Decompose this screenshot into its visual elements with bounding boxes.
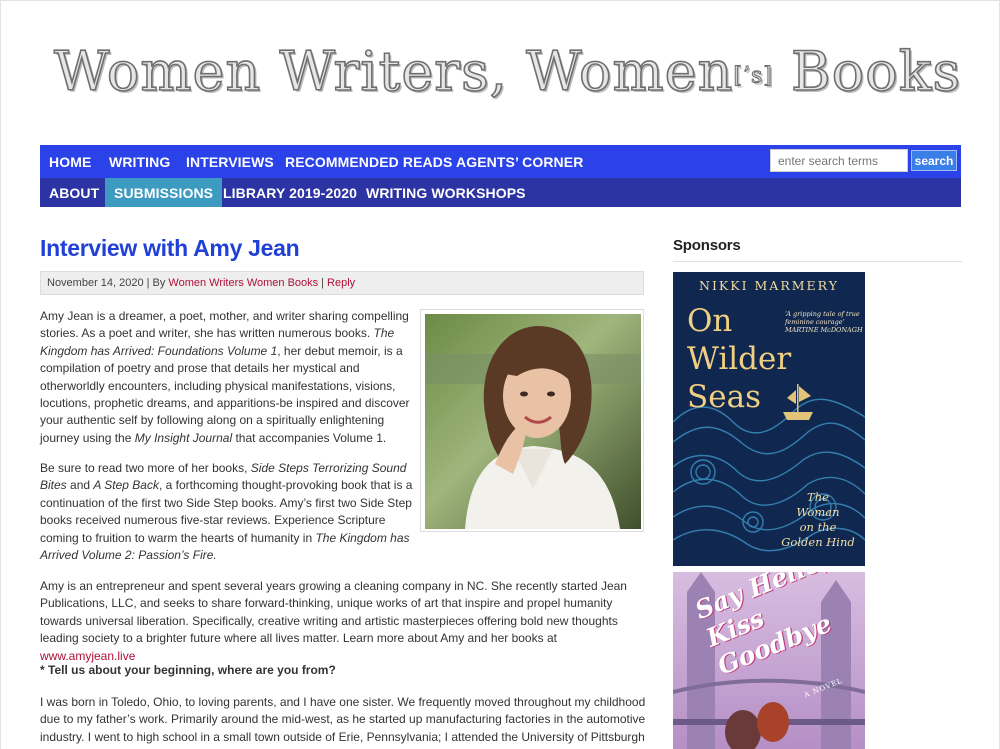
sponsor-book-say-hello-kiss-goodbye[interactable]: Say Hello, Kiss Goodbye A NOVEL (673, 572, 865, 749)
intro-paragraph: Amy Jean is a dreamer, a poet, mother, a… (40, 308, 415, 447)
books-paragraph: Be sure to read two more of her books, S… (40, 460, 415, 564)
nav-writing-workshops[interactable]: WRITING WORKSHOPS (357, 178, 535, 207)
text-run: Amy is an entrepreneur and spent several… (40, 579, 627, 646)
book1-subtitle-line: The (807, 490, 829, 504)
nav-library[interactable]: LIBRARY 2019-2020 (214, 178, 366, 207)
nav-secondary-row: ABOUT SUBMISSIONS LIBRARY 2019-2020 WRIT… (40, 178, 961, 207)
book1-author: NIKKI MARMERY (699, 278, 839, 293)
portrait-illustration (425, 314, 641, 529)
answer-paragraph: I was born in Toledo, Ohio, to loving pa… (40, 694, 646, 749)
sidebar-divider (673, 261, 962, 262)
book1-title: On Wilder Seas (687, 302, 807, 416)
text-run: I was born in Toledo, Ohio, to loving pa… (40, 695, 646, 749)
meta-separator: | (321, 277, 325, 289)
search-input[interactable] (770, 149, 908, 172)
main-navigation: HOME WRITING INTERVIEWS RECOMMENDED READ… (40, 145, 961, 207)
text-run: Amy Jean is a dreamer, a poet, mother, a… (40, 309, 409, 341)
nav-writing[interactable]: WRITING (100, 145, 179, 178)
sponsor-book-on-wilder-seas[interactable]: NIKKI MARMERY ‘A gripping tale of true f… (673, 272, 865, 566)
post-author-link[interactable]: Women Writers Women Books (168, 277, 318, 289)
book-title-journal: My Insight Journal (134, 430, 233, 445)
text-run: Be sure to read two more of her books, (40, 461, 251, 475)
nav-about[interactable]: ABOUT (40, 178, 108, 207)
post-by-label: By (152, 277, 166, 289)
book1-title-line: Seas (687, 379, 761, 415)
nav-home[interactable]: HOME (40, 145, 100, 178)
logo-text-end: Books (772, 39, 962, 104)
post-title[interactable]: Interview with Amy Jean (40, 235, 300, 262)
nav-recommended-reads[interactable]: RECOMMENDED READS (276, 145, 461, 178)
post-date: November 14, 2020 (47, 277, 144, 289)
book1-subtitle-line: Woman (796, 505, 840, 519)
nav-agents-corner[interactable]: AGENTS’ CORNER (447, 145, 592, 178)
book-title-step-back: A Step Back (93, 478, 159, 493)
nav-primary-row: HOME WRITING INTERVIEWS RECOMMENDED READ… (40, 145, 961, 178)
interview-question: * Tell us about your beginning, where ar… (40, 663, 336, 677)
book1-subtitle: The Woman on the Golden Hind (773, 490, 863, 550)
search-button[interactable]: search (911, 150, 957, 171)
site-logo[interactable]: Women Writers, Women[’s] Books (53, 39, 961, 120)
text-run: , her debut memoir, is a compilation of … (40, 343, 410, 445)
text-run: and (66, 478, 94, 493)
book1-subtitle-line: Golden Hind (781, 535, 855, 549)
amyjean-website-link[interactable]: www.amyjean.live (40, 649, 135, 663)
book1-title-line: On (687, 303, 733, 339)
meta-separator: | (146, 277, 150, 289)
post-reply-link[interactable]: Reply (327, 277, 355, 289)
book1-subtitle-line: on the (799, 520, 837, 534)
sidebar-title: Sponsors (673, 237, 741, 254)
text-run: that accompanies Volume 1. (232, 430, 387, 445)
logo-bracket: [’s] (733, 63, 773, 89)
author-portrait-image (420, 309, 644, 532)
book1-title-line: Wilder (687, 341, 792, 377)
post-meta-bar: November 14, 2020 | By Women Writers Wom… (40, 271, 644, 295)
nav-submissions[interactable]: SUBMISSIONS (105, 178, 223, 207)
logo-text-main: Women Writers, Women (53, 39, 734, 104)
nav-interviews[interactable]: INTERVIEWS (177, 145, 283, 178)
entrepreneur-paragraph: Amy is an entrepreneur and spent several… (40, 578, 646, 665)
